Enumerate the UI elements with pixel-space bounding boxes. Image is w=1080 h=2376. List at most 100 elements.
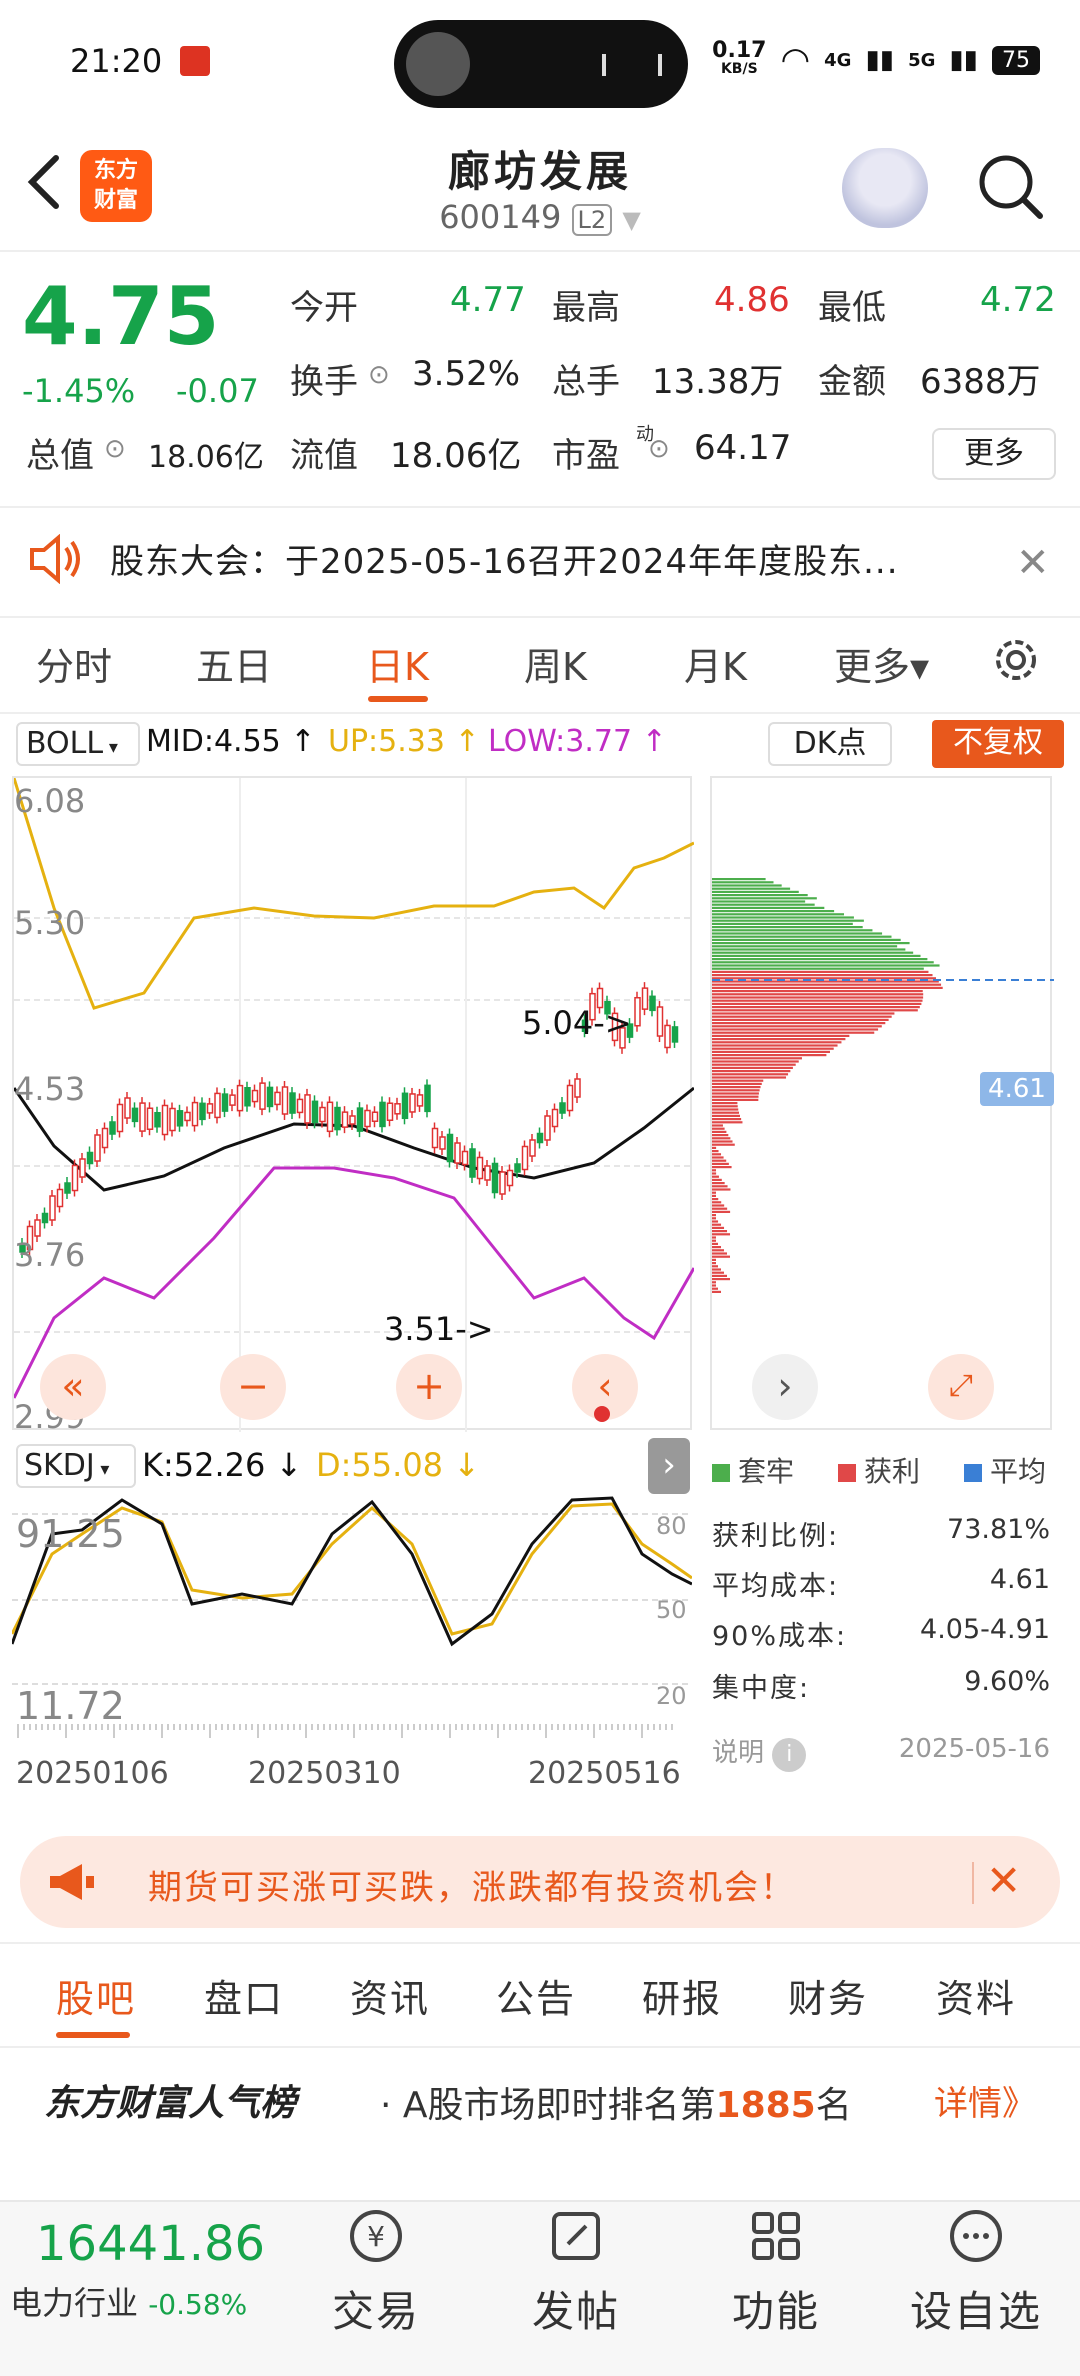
legend-label: 平均 — [990, 1455, 1047, 1488]
tab-daily-k[interactable]: 日K — [366, 636, 429, 691]
trade-button[interactable]: ¥ 交易 — [306, 2206, 446, 2339]
info-icon[interactable]: ⊙ — [648, 434, 670, 464]
stock-code-row[interactable]: 600149 L2 ▼ — [340, 198, 740, 236]
chip-bar — [712, 1223, 722, 1226]
rank-details-link[interactable]: 详情》 — [934, 2076, 1036, 2125]
rank-prefix: · A股市场即时排名第 — [380, 2085, 716, 2126]
chip-bar — [712, 996, 924, 999]
add-watchlist-button[interactable]: 设自选 — [906, 2206, 1046, 2339]
assistant-robot-icon[interactable] — [842, 148, 928, 228]
sector-index-value[interactable]: 16441.86 — [36, 2216, 265, 2272]
scroll-left-icon[interactable]: « — [40, 1354, 106, 1420]
notice-text[interactable]: 股东大会：于2025-05-16召开2024年年度股东... — [110, 534, 899, 583]
chip-bar — [712, 1063, 796, 1066]
post-button[interactable]: 发帖 — [506, 2206, 646, 2339]
close-icon[interactable]: ✕ — [986, 1856, 1021, 1905]
candle — [446, 1133, 454, 1163]
active-tab-indicator — [56, 2032, 130, 2038]
date-label: 20250106 — [16, 1756, 169, 1791]
sub-y-tick: 91.25 — [16, 1512, 125, 1556]
chip-bar — [712, 1217, 716, 1220]
date-label: 20250516 — [528, 1756, 681, 1791]
gear-icon[interactable] — [990, 634, 1042, 686]
candle — [94, 1134, 101, 1162]
sub-indicator-select[interactable]: SKDJ ▾ — [16, 1444, 136, 1488]
turnover-value: 3.52% — [412, 354, 521, 394]
candle — [49, 1195, 56, 1221]
chip-bar — [712, 906, 825, 909]
chip-bar — [712, 986, 943, 989]
tab-research[interactable]: 研报 — [642, 1968, 722, 2023]
tab-weekly-k[interactable]: 周K — [524, 636, 587, 691]
tab-monthly-k[interactable]: 月K — [684, 636, 747, 691]
info-icon[interactable]: ⊙ — [368, 360, 390, 390]
zoom-out-icon[interactable]: − — [220, 1354, 286, 1420]
stat-label: 90%成本: — [712, 1621, 848, 1652]
media-artwork-icon — [406, 32, 470, 96]
chevron-down-icon: ▼ — [622, 206, 641, 234]
explain-label: 说明 — [712, 1738, 765, 1768]
close-icon[interactable]: ✕ — [1016, 540, 1050, 586]
chip-bar — [712, 1086, 761, 1089]
chip-bar — [712, 1201, 722, 1204]
chip-bar — [712, 1009, 918, 1012]
functions-button[interactable]: 功能 — [706, 2206, 846, 2339]
legend-label: 获利 — [864, 1455, 921, 1488]
search-icon[interactable] — [974, 150, 1046, 222]
chevron-right-icon[interactable]: › — [648, 1438, 690, 1494]
no-adjust-button[interactable]: 不复权 — [932, 720, 1064, 768]
candle — [79, 1158, 86, 1178]
divider — [0, 250, 1080, 252]
tab-more[interactable]: 更多▾ — [834, 636, 929, 691]
more-dots-icon — [950, 2210, 1002, 2262]
dk-point-button[interactable]: DK点 — [768, 722, 892, 766]
y-tick: 5.30 — [14, 904, 86, 942]
chip-bar — [712, 1284, 716, 1287]
y-tick: 3.76 — [14, 1236, 86, 1274]
chip-bar — [712, 1002, 922, 1005]
chip-bar — [712, 1204, 725, 1207]
candle — [214, 1092, 221, 1119]
tab-pankou[interactable]: 盘口 — [204, 1968, 284, 2023]
chip-bar — [712, 1102, 738, 1105]
chip-bar — [712, 1066, 793, 1069]
back-icon[interactable] — [22, 152, 68, 212]
tab-profile[interactable]: 资料 — [936, 1968, 1016, 2023]
indicator-select[interactable]: BOLL ▾ — [16, 722, 140, 766]
chip-bar — [712, 1092, 759, 1095]
volume-value: 13.38万 — [652, 362, 784, 402]
dynamic-island[interactable] — [394, 20, 688, 108]
zoom-in-icon[interactable]: + — [396, 1354, 462, 1420]
more-button[interactable]: 更多 — [932, 428, 1056, 480]
chip-bar — [712, 1220, 719, 1223]
candle — [551, 1108, 559, 1128]
chip-bar — [712, 929, 873, 932]
tab-announcements[interactable]: 公告 — [496, 1968, 576, 2023]
expand-icon[interactable]: ⤢ — [928, 1354, 994, 1420]
chip-bar — [712, 913, 844, 916]
candle — [499, 1171, 506, 1195]
chevron-right-icon[interactable]: › — [752, 1354, 818, 1420]
sub-grid-label: 50 — [656, 1596, 687, 1624]
explain-link[interactable]: 说明 i — [712, 1732, 807, 1772]
boll-up: UP:5.33 ↑ — [328, 724, 480, 759]
info-icon[interactable]: ⊙ — [104, 434, 126, 464]
candle — [311, 1100, 319, 1124]
stock-name: 廊坊发展 — [447, 147, 632, 196]
tab-news[interactable]: 资讯 — [350, 1968, 430, 2023]
chip-bar — [712, 1044, 838, 1047]
tab-five-day[interactable]: 五日 — [196, 636, 272, 691]
tab-intraday[interactable]: 分时 — [36, 636, 112, 691]
skdj-label: SKDJ — [24, 1448, 95, 1483]
candle — [296, 1098, 304, 1114]
stat-value: 4.05-4.91 — [920, 1614, 1050, 1645]
ad-text[interactable]: 期货可买涨可买跌，涨跌都有投资机会！ — [148, 1860, 796, 1909]
kline-chart[interactable] — [12, 776, 696, 1432]
sector-index-row[interactable]: 电力行业 -0.58% — [10, 2278, 247, 2324]
chip-bar — [712, 1031, 875, 1034]
app-logo[interactable]: 东方 财富 — [80, 150, 152, 222]
tab-guba[interactable]: 股吧 — [56, 1968, 136, 2023]
chip-bar — [712, 1239, 716, 1242]
tab-finance[interactable]: 财务 — [788, 1968, 868, 2023]
chip-bar — [712, 983, 942, 986]
